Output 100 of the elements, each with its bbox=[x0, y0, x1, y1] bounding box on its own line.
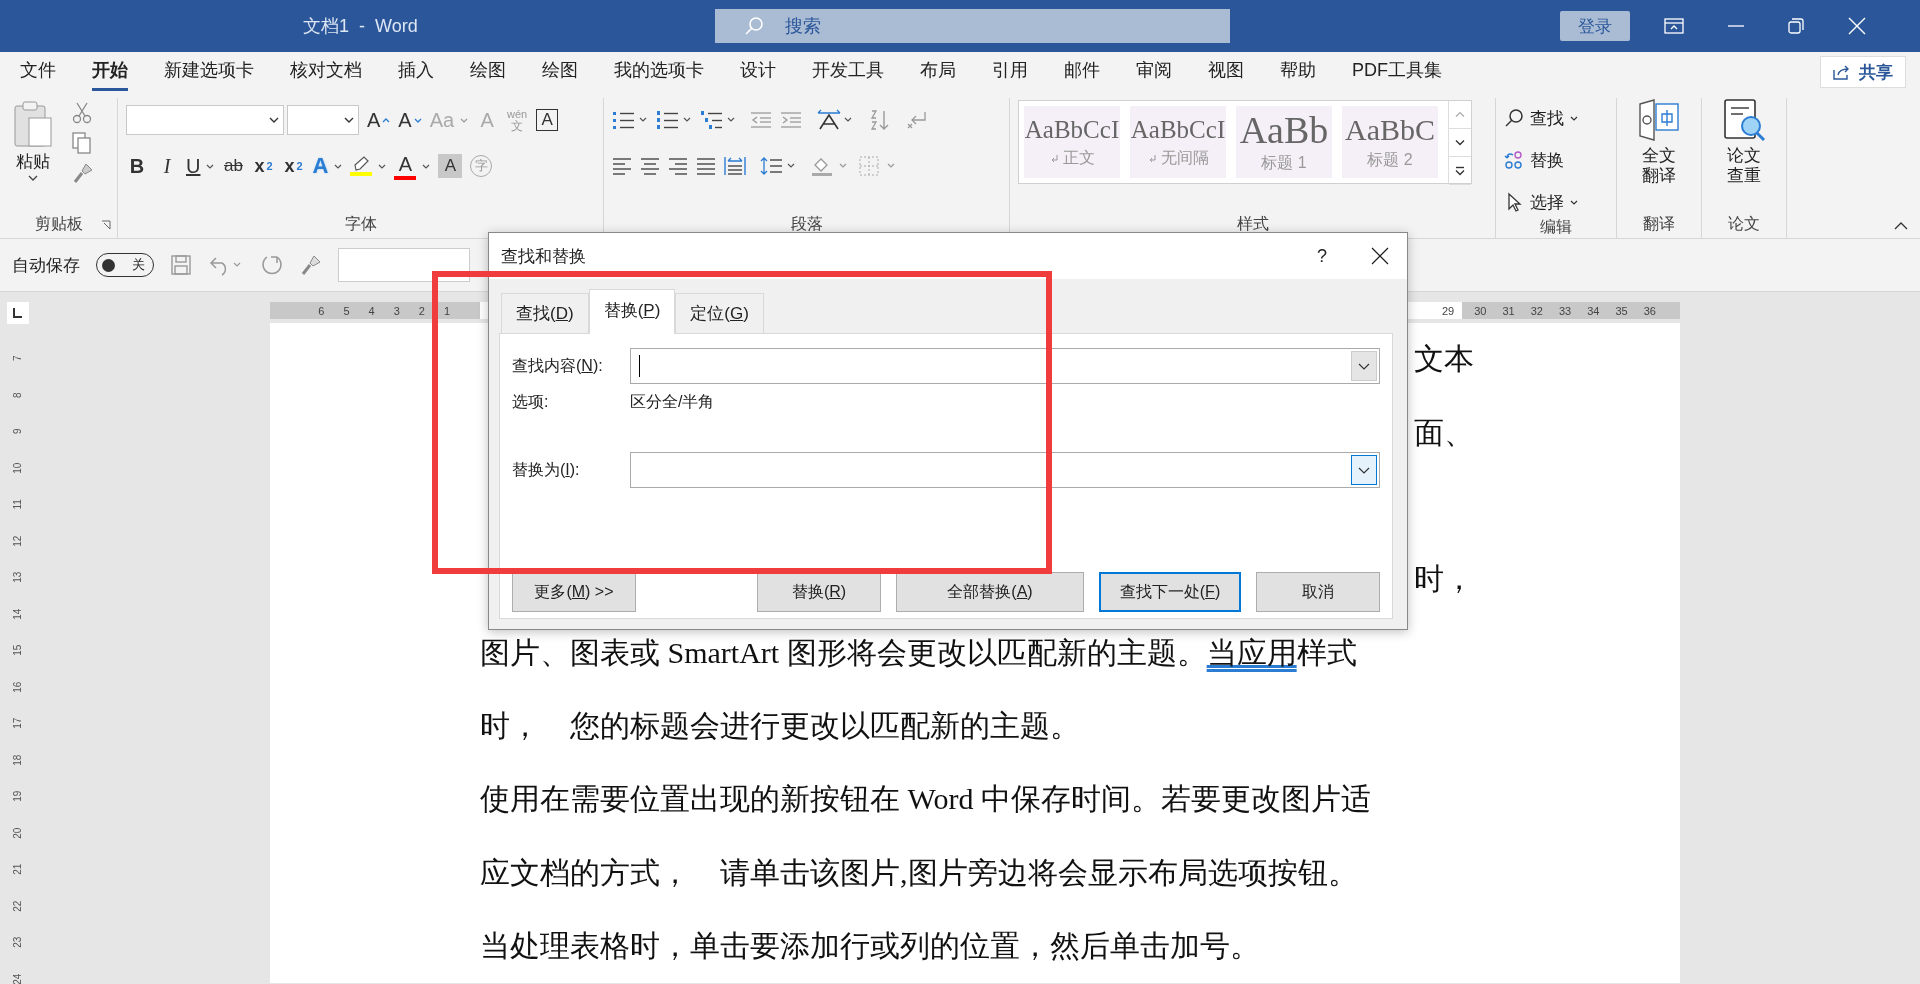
group-label: 剪贴板 bbox=[34, 213, 83, 234]
ribbon-tab[interactable]: 我的选项卡 bbox=[614, 53, 704, 91]
dialog-tab[interactable]: 查找(D) bbox=[501, 293, 589, 333]
return-icon bbox=[1049, 153, 1059, 163]
ruler-number: 20 bbox=[11, 827, 25, 839]
share-button[interactable]: 共享 bbox=[1820, 56, 1906, 88]
align-center-icon[interactable] bbox=[640, 157, 660, 175]
help-button[interactable]: ? bbox=[1317, 245, 1327, 267]
dropdown-button[interactable] bbox=[1351, 455, 1377, 485]
italic-button[interactable]: I bbox=[156, 151, 178, 181]
close-icon[interactable] bbox=[1371, 247, 1389, 265]
translate-button[interactable]: 全文翻译 bbox=[1636, 98, 1682, 210]
strikethrough-button[interactable]: ab bbox=[222, 151, 245, 181]
multilevel-list-icon[interactable] bbox=[700, 110, 736, 130]
ribbon-tab[interactable]: 插入 bbox=[398, 53, 434, 91]
ribbon-tab[interactable]: 帮助 bbox=[1280, 53, 1316, 91]
more-button[interactable]: 更多(M) >> bbox=[512, 572, 636, 612]
search-icon bbox=[1504, 108, 1524, 128]
numbering-icon[interactable] bbox=[656, 110, 692, 130]
format-painter-icon[interactable] bbox=[300, 254, 322, 276]
format-painter-icon[interactable] bbox=[72, 162, 94, 184]
align-left-icon[interactable] bbox=[612, 157, 632, 175]
ruler-number: 14 bbox=[11, 608, 25, 620]
search-icon bbox=[743, 15, 765, 37]
underline-button[interactable]: U bbox=[186, 151, 215, 181]
ribbon-tab[interactable]: 核对文档 bbox=[290, 53, 362, 91]
ribbon-tab[interactable]: PDF工具集 bbox=[1352, 53, 1442, 91]
ruler-number: 6 bbox=[318, 304, 325, 317]
ruler-number: 9 bbox=[11, 427, 25, 437]
dialog-button[interactable]: 替换(R) bbox=[757, 572, 881, 612]
ribbon-tab[interactable]: 新建选项卡 bbox=[164, 53, 254, 91]
search-field[interactable]: 搜索 bbox=[715, 9, 1230, 43]
sign-in-button[interactable]: 登录 bbox=[1560, 11, 1630, 41]
ribbon-tab[interactable]: 邮件 bbox=[1064, 53, 1100, 91]
ruler-number: 31 bbox=[1502, 304, 1515, 317]
ribbon-tab[interactable]: 绘图 bbox=[470, 53, 506, 91]
cancel-button[interactable]: 取消 bbox=[1256, 572, 1380, 612]
ribbon-tab[interactable]: 文件 bbox=[20, 53, 56, 91]
text-effects-button[interactable]: A bbox=[312, 151, 343, 181]
dialog-tab[interactable]: 定位(G) bbox=[675, 293, 764, 333]
ribbon-tab[interactable]: 绘图 bbox=[542, 53, 578, 91]
window-title: 文档1 - Word bbox=[303, 15, 419, 38]
chinese-layout-icon[interactable] bbox=[816, 109, 854, 131]
font-name-field[interactable] bbox=[126, 105, 284, 135]
ruler-number: 36 bbox=[1643, 304, 1656, 317]
character-shading-button[interactable]: A bbox=[438, 154, 463, 178]
field-label: 查找内容(N): bbox=[512, 355, 604, 376]
collapse-ribbon-icon[interactable] bbox=[1894, 222, 1908, 230]
style-field[interactable] bbox=[338, 248, 470, 282]
dialog-button[interactable]: 全部替换(A) bbox=[896, 572, 1084, 612]
paper-check-button[interactable]: 论文查重 bbox=[1721, 98, 1767, 210]
style-item[interactable]: AaBbC 标题 2 bbox=[1342, 106, 1438, 178]
ribbon-tab[interactable]: 视图 bbox=[1208, 53, 1244, 91]
replace-icon bbox=[1504, 150, 1524, 170]
ribbon-tab[interactable]: 引用 bbox=[992, 53, 1028, 91]
caret-icon bbox=[28, 175, 38, 181]
bold-button[interactable]: B bbox=[126, 151, 148, 181]
bullets-icon[interactable] bbox=[612, 110, 648, 130]
style-item[interactable]: AaBbCcI 无间隔 bbox=[1130, 106, 1226, 178]
redo-icon[interactable] bbox=[260, 253, 284, 277]
justify-icon[interactable] bbox=[696, 157, 716, 175]
grow-font-button[interactable]: A bbox=[367, 105, 391, 135]
font-color-button[interactable]: A bbox=[394, 151, 431, 181]
ruler-number: 4 bbox=[368, 304, 375, 317]
save-icon[interactable] bbox=[170, 254, 192, 276]
ruler-number: 23 bbox=[11, 936, 25, 948]
character-border-button[interactable]: A bbox=[536, 109, 559, 131]
dialog-tab[interactable]: 替换(P) bbox=[588, 289, 676, 334]
paragraph-text: 使用在需要位置出现的新按钮在 Word 中保存时间。若要更改图片适 bbox=[480, 781, 1371, 818]
distributed-icon[interactable] bbox=[724, 156, 746, 176]
paste-button[interactable]: 粘贴 bbox=[8, 98, 58, 181]
select-button[interactable]: 选择 bbox=[1504, 188, 1608, 216]
field-label: 替换为(I): bbox=[512, 459, 581, 480]
style-item[interactable]: AaBb 标题 1 bbox=[1236, 106, 1332, 178]
copy-icon[interactable] bbox=[72, 132, 92, 154]
ribbon-tab[interactable]: 开发工具 bbox=[812, 53, 884, 91]
caret-icon bbox=[344, 117, 354, 123]
find-button[interactable]: 查找 bbox=[1504, 104, 1608, 132]
restore-icon[interactable] bbox=[1788, 18, 1804, 34]
style-item[interactable]: AaBbCcI 正文 bbox=[1024, 106, 1120, 178]
font-size-field[interactable] bbox=[287, 105, 359, 135]
dialog-launcher-icon[interactable] bbox=[101, 220, 111, 230]
ribbon-tab[interactable]: 设计 bbox=[740, 53, 776, 91]
caret-icon bbox=[1570, 199, 1578, 205]
line-spacing-icon[interactable] bbox=[760, 156, 796, 176]
ribbon-display-icon[interactable] bbox=[1664, 18, 1684, 34]
ribbon-tab[interactable]: 审阅 bbox=[1136, 53, 1172, 91]
ruler-number: 8 bbox=[11, 390, 25, 400]
ribbon-tab[interactable]: 布局 bbox=[920, 53, 956, 91]
shrink-font-button[interactable]: A bbox=[398, 105, 422, 135]
dropdown-button[interactable] bbox=[1351, 351, 1377, 381]
dialog-button[interactable]: 查找下一处(F) bbox=[1099, 572, 1241, 612]
replace-field[interactable] bbox=[630, 452, 1380, 488]
paragraph-mark-icon[interactable] bbox=[906, 110, 928, 130]
align-right-icon[interactable] bbox=[668, 157, 688, 175]
find-field[interactable] bbox=[630, 348, 1380, 384]
ruler-number: 32 bbox=[1530, 304, 1543, 317]
scissors-icon[interactable] bbox=[72, 102, 92, 124]
tab-selector-icon[interactable] bbox=[7, 302, 29, 324]
replace-button[interactable]: 替换 bbox=[1504, 146, 1608, 174]
